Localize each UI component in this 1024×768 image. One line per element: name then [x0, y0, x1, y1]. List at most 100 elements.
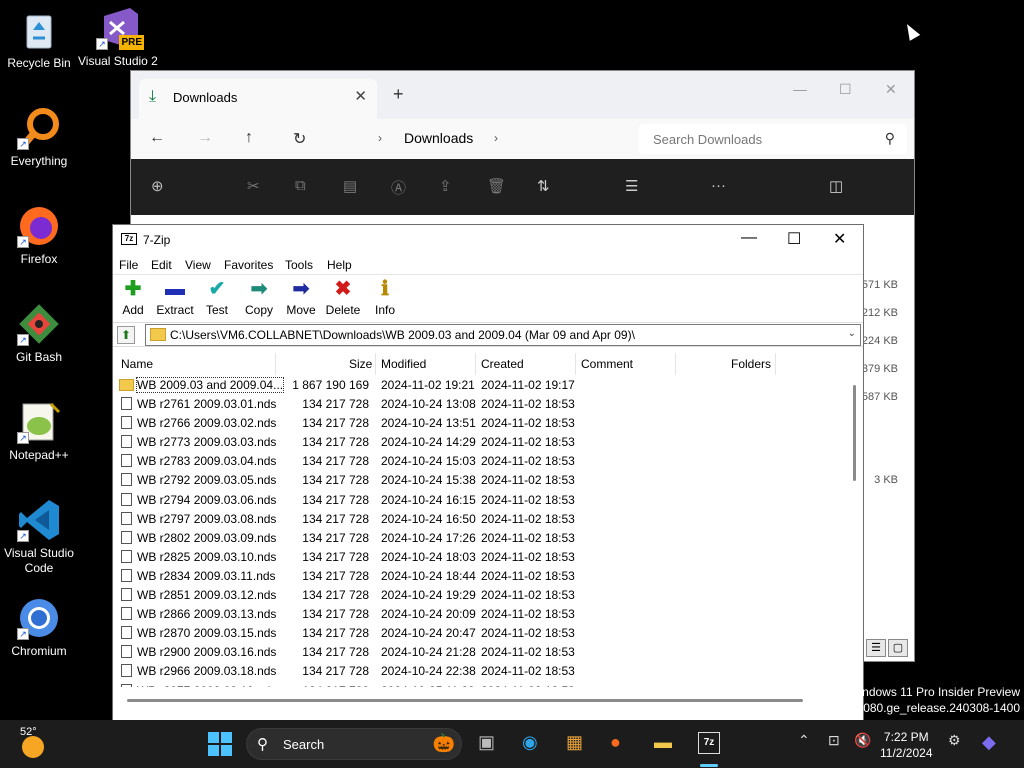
copy-icon[interactable]: ⧉	[295, 177, 306, 194]
desktop-icon-vscode[interactable]: ↗ Visual Studio Code	[0, 498, 78, 576]
desktop-icon-chromium[interactable]: ↗ Chromium	[0, 596, 78, 659]
column-size[interactable]: Size	[349, 357, 372, 371]
delete-icon[interactable]: 🗑	[487, 177, 506, 195]
more-options-icon[interactable]: ···	[711, 177, 726, 194]
folder-up-icon[interactable]: ⬆	[117, 326, 135, 344]
up-arrow-icon[interactable]: ↑	[245, 129, 253, 147]
column-name[interactable]: Name	[121, 357, 153, 371]
details-view-icon[interactable]: ☰	[866, 639, 886, 657]
chevron-up-icon[interactable]: ⌃	[798, 732, 810, 749]
delete-button[interactable]: ✖ Delete	[323, 277, 363, 317]
rename-icon[interactable]: Ⓐ	[391, 177, 406, 198]
move-button[interactable]: ➡ Move	[281, 277, 321, 317]
table-row[interactable]: WB r2797 2009.03.08.nds 134 217 728 2024-1…	[117, 509, 777, 528]
paste-icon[interactable]: ▤	[343, 177, 357, 195]
breadcrumb[interactable]: › Downloads ›	[336, 124, 631, 154]
new-tab-button[interactable]: +	[393, 84, 404, 105]
column-divider[interactable]	[775, 353, 776, 375]
notification-icon[interactable]: ⚙	[948, 732, 961, 749]
desktop-icon-notepad-plus-plus[interactable]: ↗ Notepad++	[0, 400, 78, 463]
forward-arrow-icon[interactable]: →	[197, 129, 213, 147]
desktop-icon-everything[interactable]: ↗ Everything	[0, 106, 78, 169]
maximize-button[interactable]: ☐	[787, 229, 801, 249]
table-row[interactable]: WB r2825 2009.03.10.nds 134 217 728 2024-1…	[117, 547, 777, 566]
column-divider[interactable]	[575, 353, 576, 375]
back-arrow-icon[interactable]: ←	[149, 129, 165, 147]
table-row[interactable]: WB r2766 2009.03.02.nds 134 217 728 2024-1…	[117, 413, 777, 432]
close-button[interactable]: ✕	[833, 229, 846, 249]
tab-downloads[interactable]: ⤓ Downloads ✕	[139, 79, 377, 119]
table-row[interactable]: WB r2977 2009.03.19.nds 134 217 728 2024-1…	[117, 681, 777, 687]
table-row[interactable]: WB 2009.03 and 2009.04... 1 867 190 169 20…	[117, 375, 777, 394]
new-icon[interactable]: ⊕	[151, 177, 164, 195]
details-pane-icon[interactable]: ◫	[829, 177, 843, 195]
taskbar-clock[interactable]: 7:22 PM 11/2/2024	[880, 729, 933, 761]
sort-icon[interactable]: ⇅	[537, 177, 550, 195]
column-divider[interactable]	[375, 353, 376, 375]
vertical-scrollbar[interactable]	[849, 375, 861, 695]
column-divider[interactable]	[475, 353, 476, 375]
table-row[interactable]: WB r2794 2009.03.06.nds 134 217 728 2024-1…	[117, 490, 777, 509]
test-button[interactable]: ✔ Test	[197, 277, 237, 317]
start-button[interactable]	[208, 732, 232, 756]
menu-favorites[interactable]: Favorites	[224, 258, 273, 272]
weather-icon[interactable]	[22, 736, 44, 758]
chevron-down-icon[interactable]: ⌄	[848, 328, 856, 339]
table-row[interactable]: WB r2792 2009.03.05.nds 134 217 728 2024-1…	[117, 470, 777, 489]
path-combobox[interactable]: C:\Users\VM6.COLLABNET\Downloads\WB 2009…	[145, 324, 861, 346]
table-row[interactable]: WB r2802 2009.03.09.nds 134 217 728 2024-1…	[117, 528, 777, 547]
menu-tools[interactable]: Tools	[285, 258, 313, 272]
scrollbar-thumb[interactable]	[853, 385, 856, 481]
menu-file[interactable]: File	[119, 258, 138, 272]
desktop-icon-git-bash[interactable]: ↗ Git Bash	[0, 302, 78, 365]
view-icon[interactable]: ☰	[625, 177, 638, 195]
horizontal-scrollbar[interactable]	[127, 699, 803, 702]
share-icon[interactable]: ⇪	[439, 177, 452, 195]
breadcrumb-item[interactable]: Downloads	[404, 130, 473, 146]
cut-icon[interactable]: ✂	[247, 177, 260, 195]
table-row[interactable]: WB r2773 2009.03.03.nds 134 217 728 2024-1…	[117, 432, 777, 451]
taskbar-search[interactable]: ⚲ Search 🎃	[246, 728, 462, 760]
column-created[interactable]: Created	[481, 357, 524, 371]
table-row[interactable]: WB r2966 2009.03.18.nds 134 217 728 2024-1…	[117, 661, 777, 680]
volume-muted-icon[interactable]: 🔇	[854, 732, 871, 749]
table-row[interactable]: WB r2834 2009.03.11.nds 134 217 728 2024-1…	[117, 566, 777, 585]
table-row[interactable]: WB r2866 2009.03.13.nds 134 217 728 2024-1…	[117, 604, 777, 623]
column-modified[interactable]: Modified	[381, 357, 426, 371]
refresh-icon[interactable]: ↻	[293, 129, 306, 149]
firefox-icon[interactable]: ●	[610, 732, 621, 753]
store-icon[interactable]: ▦	[566, 732, 583, 753]
minimize-button[interactable]: —	[793, 81, 807, 97]
network-icon[interactable]: ⊡	[828, 732, 840, 749]
menu-view[interactable]: View	[185, 258, 211, 272]
extract-button[interactable]: ▬ Extract	[155, 277, 195, 317]
add-button[interactable]: ✚ Add	[113, 277, 153, 317]
search-input[interactable]: Search Downloads ⚲	[639, 124, 907, 154]
desktop-icon-visual-studio[interactable]: PRE ↗ Visual Studio 2022 Prev	[78, 6, 158, 69]
column-divider[interactable]	[675, 353, 676, 375]
table-row[interactable]: WB r2900 2009.03.16.nds 134 217 728 2024-1…	[117, 642, 777, 661]
file-explorer-icon[interactable]: ▬	[654, 732, 672, 753]
minimize-button[interactable]: —	[741, 229, 757, 247]
edge-icon[interactable]: ◉	[522, 732, 538, 753]
7zip-taskbar-icon[interactable]: 7z	[698, 732, 720, 754]
table-row[interactable]: WB r2761 2009.03.01.nds 134 217 728 2024-1…	[117, 394, 777, 413]
column-divider[interactable]	[275, 353, 276, 375]
column-comment[interactable]: Comment	[581, 357, 633, 371]
desktop-icon-firefox[interactable]: ↗ Firefox	[0, 204, 78, 267]
menu-help[interactable]: Help	[327, 258, 352, 272]
task-view-icon[interactable]: ▣	[478, 732, 495, 753]
copilot-icon[interactable]: ◆	[982, 732, 996, 753]
table-row[interactable]: WB r2783 2009.03.04.nds 134 217 728 2024-1…	[117, 451, 777, 470]
close-tab-icon[interactable]: ✕	[354, 87, 367, 105]
column-folders[interactable]: Folders	[731, 357, 771, 371]
copy-button[interactable]: ➡ Copy	[239, 277, 279, 317]
tiles-view-icon[interactable]: ▢	[888, 639, 908, 657]
close-button[interactable]: ✕	[885, 81, 897, 98]
table-row[interactable]: WB r2870 2009.03.15.nds 134 217 728 2024-1…	[117, 623, 777, 642]
maximize-button[interactable]: ☐	[839, 81, 852, 98]
menu-edit[interactable]: Edit	[151, 258, 172, 272]
info-button[interactable]: ℹ Info	[365, 277, 405, 317]
desktop-icon-recycle-bin[interactable]: Recycle Bin	[0, 8, 78, 71]
table-row[interactable]: WB r2851 2009.03.12.nds 134 217 728 2024-1…	[117, 585, 777, 604]
